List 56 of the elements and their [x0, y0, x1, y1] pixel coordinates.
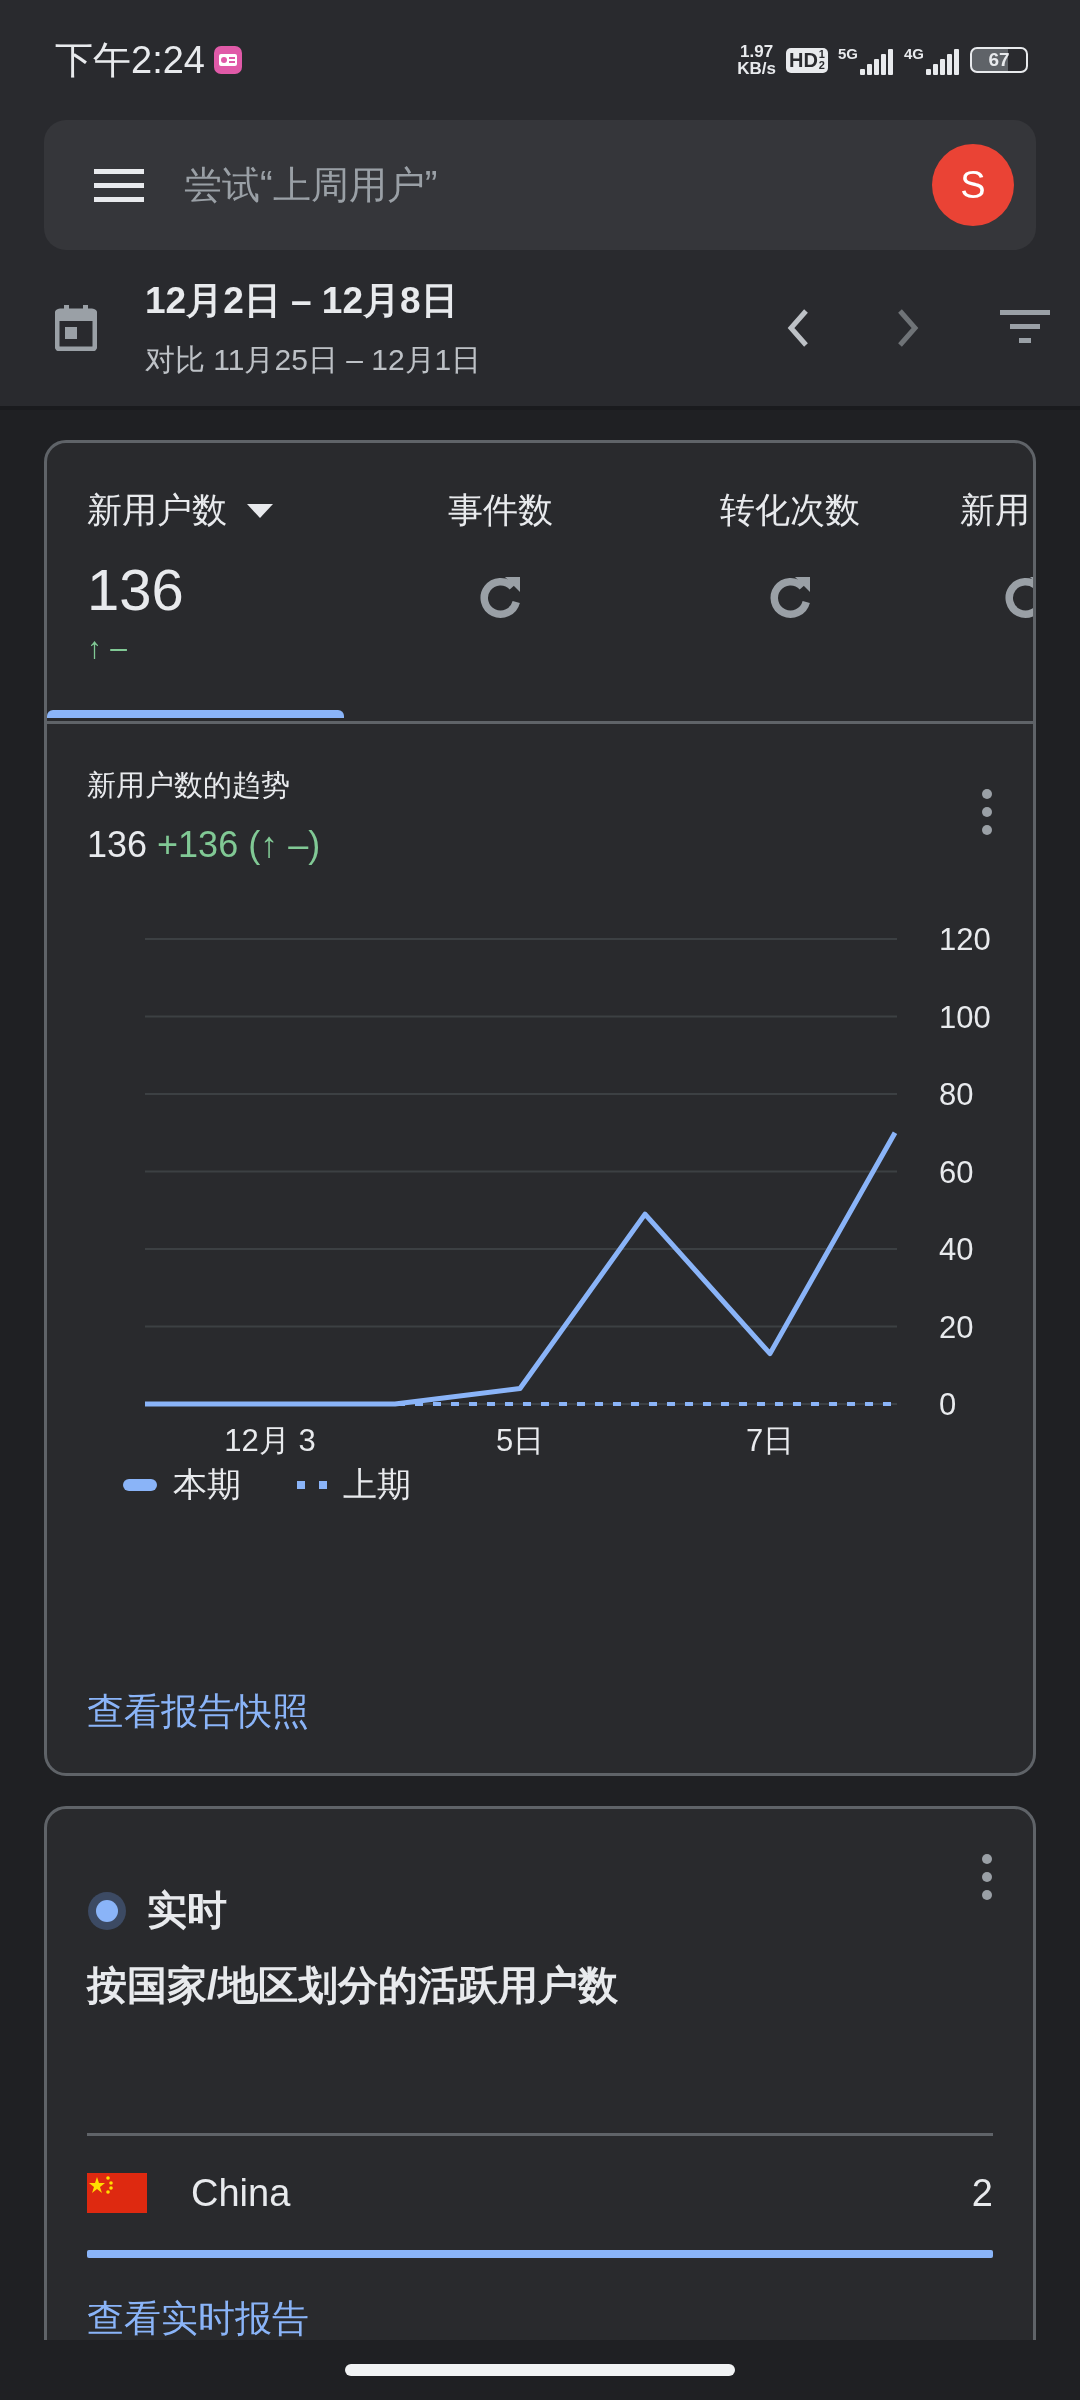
view-realtime-link[interactable]: 查看实时报告: [87, 2294, 309, 2344]
dashed-line-legend-icon: [297, 1481, 327, 1489]
y-axis-label: 80: [939, 1077, 974, 1112]
realtime-label: 实时: [147, 1887, 227, 1934]
network-type: 4G: [904, 45, 924, 62]
network-speed: 1.97: [740, 43, 774, 60]
view-report-link[interactable]: 查看报告快照: [87, 1687, 309, 1737]
live-dot-icon: [87, 1890, 127, 1931]
card-title: 按国家/地区划分的活跃用户数: [87, 1962, 620, 2009]
filter-icon: [1000, 310, 1050, 346]
legend-label: 本期: [173, 1464, 241, 1505]
filter-button[interactable]: [1000, 310, 1050, 346]
y-axis-label: 40: [939, 1232, 974, 1267]
country-name: China: [191, 2171, 292, 2215]
speed-unit: KB/s: [737, 60, 776, 77]
status-time: 下午2:24: [55, 37, 205, 83]
comparison-range: 对比 11月25日 – 12月1日: [145, 341, 483, 378]
x-axis-label: 12月 3: [224, 1423, 316, 1458]
metric-tab[interactable]: 事件数: [344, 443, 656, 718]
calendar-icon: [55, 305, 97, 351]
metric-tab[interactable]: 新用: [924, 443, 1033, 718]
chart-total: 136 +136 (↑ –): [87, 824, 322, 866]
more-icon: [981, 1853, 993, 1901]
x-axis-label: 7日: [745, 1423, 795, 1458]
network-type: 5G: [837, 45, 858, 62]
y-axis-label: 0: [939, 1387, 957, 1422]
y-axis-label: 60: [939, 1154, 974, 1190]
menu-icon: [94, 167, 144, 203]
search-bar[interactable]: 尝试“上周用户” S: [44, 120, 1036, 250]
search-field[interactable]: 尝试“上周用户”: [182, 154, 932, 216]
chevron-right-icon: [896, 308, 920, 348]
metric-change: ↑ –: [87, 631, 128, 665]
user-count: 2: [971, 2171, 993, 2215]
flag-icon: [87, 2173, 147, 2213]
metric-tab[interactable]: 转化次数: [656, 443, 924, 718]
date-range[interactable]: 12月2日 – 12月8日: [145, 275, 736, 326]
metric-tab[interactable]: 新用户数 136 ↑ –: [47, 443, 344, 718]
previous-button[interactable]: [786, 308, 810, 348]
avatar-button[interactable]: S: [932, 144, 1014, 226]
y-axis-label: 100: [939, 999, 991, 1035]
app-notification-icon: [212, 45, 243, 75]
x-axis-label: 5日: [495, 1423, 545, 1458]
metric-value: 136: [87, 556, 184, 623]
next-button[interactable]: [896, 308, 920, 348]
y-axis-label: 120: [939, 922, 991, 957]
chevron-left-icon: [786, 308, 810, 348]
menu-button[interactable]: [94, 167, 144, 203]
more-button[interactable]: [981, 1853, 993, 1901]
caret-down-icon: [247, 503, 273, 518]
more-icon: [981, 788, 993, 836]
solid-line-legend-icon: [123, 1479, 157, 1491]
chart-title: 新用户数的趋势: [87, 768, 291, 803]
y-axis-label: 20: [939, 1309, 974, 1345]
more-button[interactable]: [981, 788, 993, 836]
battery-level: 67: [970, 47, 1028, 73]
legend-label: 上期: [343, 1464, 411, 1505]
